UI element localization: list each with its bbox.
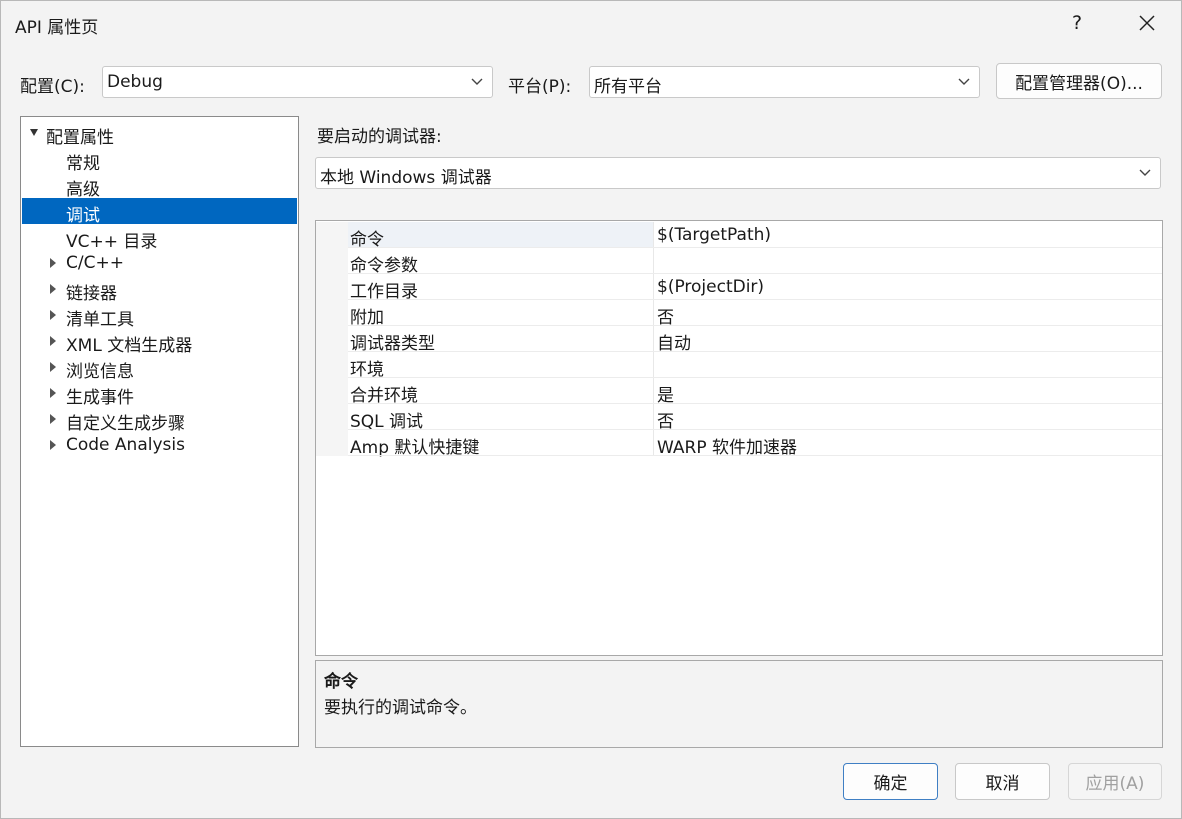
property-grid: 命令 $(TargetPath) 命令参数 工作目录 $(ProjectDir)… — [315, 220, 1163, 656]
tree-item-label: 清单工具 — [66, 310, 134, 330]
chevron-down-icon — [958, 78, 970, 85]
tree-item-label: 自定义生成步骤 — [66, 414, 185, 434]
property-row-amp-default-accelerator[interactable]: Amp 默认快捷键 WARP 软件加速器 — [316, 430, 1162, 458]
property-row-merge-environment[interactable]: 合并环境 是 — [316, 378, 1162, 406]
collapsed-arrow-icon[interactable] — [50, 362, 56, 372]
tree-item-label: 浏览信息 — [66, 362, 134, 382]
platform-dropdown[interactable]: 所有平台 — [589, 66, 980, 98]
tree-item-label: 调试 — [66, 206, 100, 226]
config-value: Debug — [107, 72, 163, 92]
tree-item-label: C/C++ — [66, 253, 124, 273]
column-divider — [653, 274, 654, 300]
row-divider — [348, 455, 1162, 456]
platform-label: 平台(P): — [508, 77, 572, 97]
chevron-down-icon — [471, 78, 483, 85]
property-pages-dialog: API 属性页 ? 配置(C): Debug 平台(P): 所有平台 配置管理器… — [0, 0, 1182, 819]
tree-item-debugging[interactable]: 调试 — [22, 198, 297, 226]
tree-item-advanced[interactable]: 高级 — [22, 172, 297, 200]
collapsed-arrow-icon[interactable] — [50, 336, 56, 346]
ok-button[interactable]: 确定 — [843, 763, 938, 800]
tree-root-label: 配置属性 — [46, 128, 114, 148]
row-gutter — [316, 352, 348, 378]
close-icon — [1139, 15, 1155, 31]
property-value[interactable]: $(TargetPath) — [657, 225, 771, 245]
tree-item-c-cpp[interactable]: C/C++ — [22, 250, 297, 276]
tree-item-build-events[interactable]: 生成事件 — [22, 380, 297, 408]
tree-item-label: 链接器 — [66, 284, 117, 304]
column-divider — [653, 404, 654, 430]
column-divider — [653, 326, 654, 352]
config-dropdown[interactable]: Debug — [102, 66, 493, 98]
column-divider — [653, 222, 654, 248]
tree-item-label: 高级 — [66, 180, 100, 200]
collapsed-arrow-icon[interactable] — [50, 258, 56, 268]
tree-item-code-analysis[interactable]: Code Analysis — [22, 432, 297, 458]
row-gutter — [316, 430, 348, 456]
debugger-dropdown[interactable]: 本地 Windows 调试器 — [315, 157, 1161, 189]
tree-item-general[interactable]: 常规 — [22, 146, 297, 174]
property-row-debugger-type[interactable]: 调试器类型 自动 — [316, 326, 1162, 354]
tree-root-config-properties[interactable]: 配置属性 — [22, 120, 297, 148]
tree-item-label: VC++ 目录 — [66, 232, 158, 252]
column-divider — [653, 430, 654, 456]
tree-item-manifest-tool[interactable]: 清单工具 — [22, 302, 297, 330]
property-row-command[interactable]: 命令 $(TargetPath) — [316, 222, 1162, 250]
tree-item-xml-doc-generator[interactable]: XML 文档生成器 — [22, 328, 297, 356]
description-text: 要执行的调试命令。 — [324, 698, 477, 718]
property-row-working-dir[interactable]: 工作目录 $(ProjectDir) — [316, 274, 1162, 302]
property-row-sql-debugging[interactable]: SQL 调试 否 — [316, 404, 1162, 432]
config-manager-button[interactable]: 配置管理器(O)... — [996, 63, 1162, 99]
property-tree: 配置属性 常规 高级 调试 VC++ 目录 C/C++ 链接器 清单工具 XML… — [20, 116, 299, 747]
row-gutter — [316, 326, 348, 352]
property-row-attach[interactable]: 附加 否 — [316, 300, 1162, 328]
tree-item-vc-directories[interactable]: VC++ 目录 — [22, 224, 297, 252]
tree-item-label: Code Analysis — [66, 435, 185, 455]
description-panel: 命令 要执行的调试命令。 — [315, 660, 1163, 748]
tree-item-browse-info[interactable]: 浏览信息 — [22, 354, 297, 382]
property-row-command-args[interactable]: 命令参数 — [316, 248, 1162, 276]
column-divider — [653, 300, 654, 326]
property-value[interactable]: $(ProjectDir) — [657, 277, 764, 297]
collapsed-arrow-icon[interactable] — [50, 284, 56, 294]
row-gutter — [316, 404, 348, 430]
column-divider — [653, 248, 654, 274]
tree-item-linker[interactable]: 链接器 — [22, 276, 297, 304]
tree-item-label: 常规 — [66, 154, 100, 174]
description-title: 命令 — [324, 672, 358, 692]
chevron-down-icon — [1139, 169, 1151, 176]
debugger-value: 本地 Windows 调试器 — [320, 168, 492, 188]
collapsed-arrow-icon[interactable] — [50, 414, 56, 424]
collapsed-arrow-icon[interactable] — [50, 388, 56, 398]
help-button[interactable]: ? — [1047, 1, 1107, 45]
tree-item-custom-build-step[interactable]: 自定义生成步骤 — [22, 406, 297, 434]
row-gutter — [316, 248, 348, 274]
debugger-label: 要启动的调试器: — [317, 127, 442, 147]
tree-item-label: 生成事件 — [66, 388, 134, 408]
config-label: 配置(C): — [20, 77, 85, 97]
title-bar: API 属性页 ? — [1, 1, 1181, 47]
property-row-environment[interactable]: 环境 — [316, 352, 1162, 380]
tree-item-label: XML 文档生成器 — [66, 336, 193, 356]
row-gutter — [316, 222, 348, 248]
row-gutter — [316, 300, 348, 326]
platform-value: 所有平台 — [594, 77, 662, 97]
selected-name-cell — [348, 222, 653, 248]
row-gutter — [316, 274, 348, 300]
collapsed-arrow-icon[interactable] — [50, 310, 56, 320]
column-divider — [653, 352, 654, 378]
row-gutter — [316, 378, 348, 404]
expanded-arrow-icon[interactable] — [30, 129, 38, 136]
window-title: API 属性页 — [15, 18, 99, 38]
apply-button: 应用(A) — [1068, 763, 1162, 800]
column-divider — [653, 378, 654, 404]
collapsed-arrow-icon[interactable] — [50, 440, 56, 450]
close-button[interactable] — [1117, 1, 1177, 45]
cancel-button[interactable]: 取消 — [955, 763, 1050, 800]
